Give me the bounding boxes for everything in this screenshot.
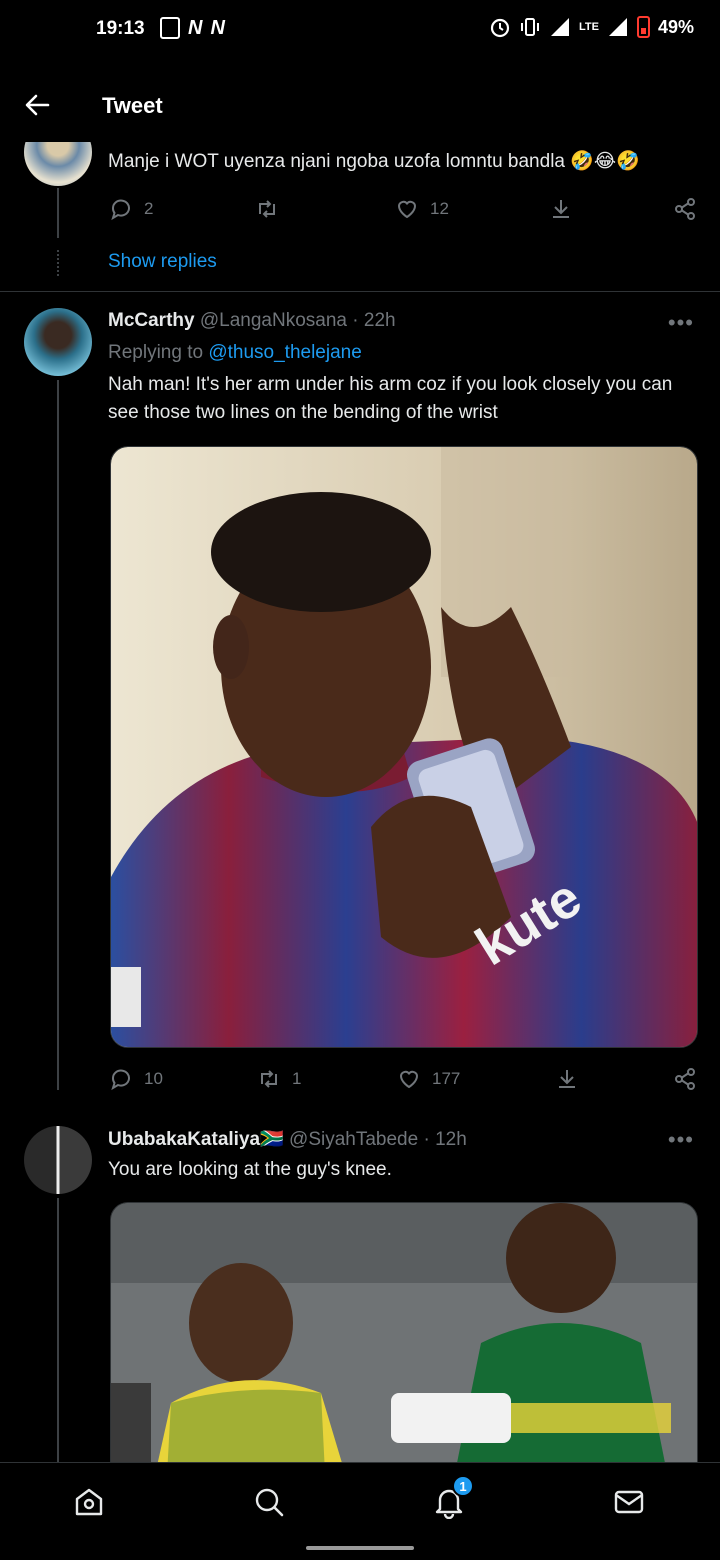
nav-search[interactable] xyxy=(252,1485,292,1525)
signal-icon xyxy=(551,18,569,36)
avatar[interactable] xyxy=(24,308,92,376)
share-icon xyxy=(675,1068,695,1090)
download-button[interactable] xyxy=(554,1066,580,1092)
reply-button[interactable]: 10 xyxy=(108,1066,163,1092)
download-icon xyxy=(553,200,569,218)
tweet-actions: 10 1 177 xyxy=(108,1066,700,1096)
share-button[interactable] xyxy=(672,196,698,222)
reply-count: 2 xyxy=(144,199,154,218)
tweet-text: Nah man! It's her arm under his arm coz … xyxy=(108,374,673,423)
share-icon xyxy=(675,198,695,220)
nav-home[interactable] xyxy=(72,1485,112,1525)
vibrate-icon xyxy=(521,18,539,36)
like-count: 12 xyxy=(430,199,449,218)
show-replies-link[interactable]: Show replies xyxy=(108,251,217,273)
status-bar: 19:13 N N LTE 49% xyxy=(0,0,720,60)
photo-man-with-phone: kute xyxy=(111,447,697,1047)
retweet-button[interactable]: 1 xyxy=(256,1066,301,1092)
reply-count: 10 xyxy=(144,1069,163,1088)
like-icon xyxy=(399,1070,419,1089)
thread-line xyxy=(57,188,59,238)
like-icon xyxy=(397,200,417,219)
user-handle[interactable]: @SiyahTabede xyxy=(289,1129,418,1150)
reply-icon xyxy=(111,1069,130,1091)
thread-line xyxy=(57,1198,59,1462)
replying-to: Replying to @thuso_thelejane xyxy=(108,342,362,364)
mail-icon xyxy=(614,1490,644,1514)
search-icon xyxy=(255,1488,284,1517)
tweet-text: Manje i WOT uyenza njani ngoba uzofa lom… xyxy=(108,151,640,172)
top-bar: Tweet xyxy=(0,60,720,142)
tweet-image[interactable] xyxy=(110,1202,698,1492)
retweet-button[interactable] xyxy=(254,196,280,222)
network-type: LTE xyxy=(579,20,599,33)
tweet-actions: 2 12 xyxy=(108,196,700,226)
like-button[interactable]: 12 xyxy=(394,196,449,222)
tweet-header: McCarthy @LangaNkosana · 22h xyxy=(108,310,396,332)
back-arrow-icon[interactable] xyxy=(22,90,52,120)
like-count: 177 xyxy=(432,1069,461,1088)
download-icon xyxy=(559,1070,575,1088)
news-app-icon xyxy=(160,17,180,39)
download-button[interactable] xyxy=(548,196,574,222)
more-icon[interactable]: ••• xyxy=(668,310,694,336)
status-notification-icons: N N xyxy=(160,17,225,39)
n-app-icon: N xyxy=(210,17,225,39)
retweet-count: 1 xyxy=(292,1069,302,1088)
replying-prefix: Replying to xyxy=(108,342,204,363)
home-icon xyxy=(75,1488,103,1516)
reply-icon xyxy=(111,199,130,221)
signal-icon xyxy=(608,18,627,36)
share-button[interactable] xyxy=(672,1066,698,1092)
retweet-icon xyxy=(259,200,275,218)
flag-emoji: 🇿🇦 xyxy=(260,1129,284,1150)
retweet-icon xyxy=(261,1070,277,1088)
battery-level: 49% xyxy=(657,16,694,37)
display-name[interactable]: UbabakaKataliya xyxy=(108,1129,260,1150)
status-time: 19:13 xyxy=(96,18,145,39)
page-title: Tweet xyxy=(102,93,163,118)
thread-dots xyxy=(57,250,59,276)
photo-two-men-laughing xyxy=(111,1203,697,1491)
more-icon[interactable]: ••• xyxy=(668,1127,694,1153)
notification-badge: 1 xyxy=(452,1475,474,1497)
reply-button[interactable]: 2 xyxy=(108,196,153,222)
alarm-icon xyxy=(490,18,510,38)
user-handle[interactable]: @LangaNkosana xyxy=(200,310,347,331)
tweet-header: UbabakaKataliya🇿🇦 @SiyahTabede · 12h xyxy=(108,1127,467,1151)
tweet-time: · 22h xyxy=(352,310,396,331)
status-right: LTE 49% xyxy=(489,16,694,38)
nav-messages[interactable] xyxy=(612,1485,652,1525)
thread-line xyxy=(57,380,59,1090)
tweet-image[interactable]: kute xyxy=(110,446,698,1048)
home-indicator[interactable] xyxy=(306,1546,414,1550)
tweet-text: You are looking at the guy's knee. xyxy=(108,1159,392,1180)
tweet-time: · 12h xyxy=(423,1129,467,1150)
divider xyxy=(0,291,720,292)
battery-icon xyxy=(636,16,650,38)
n-app-icon: N xyxy=(188,17,203,39)
avatar[interactable] xyxy=(24,1126,92,1194)
like-button[interactable]: 177 xyxy=(396,1066,460,1092)
replying-to-link[interactable]: @thuso_thelejane xyxy=(208,342,361,363)
display-name[interactable]: McCarthy xyxy=(108,310,195,331)
